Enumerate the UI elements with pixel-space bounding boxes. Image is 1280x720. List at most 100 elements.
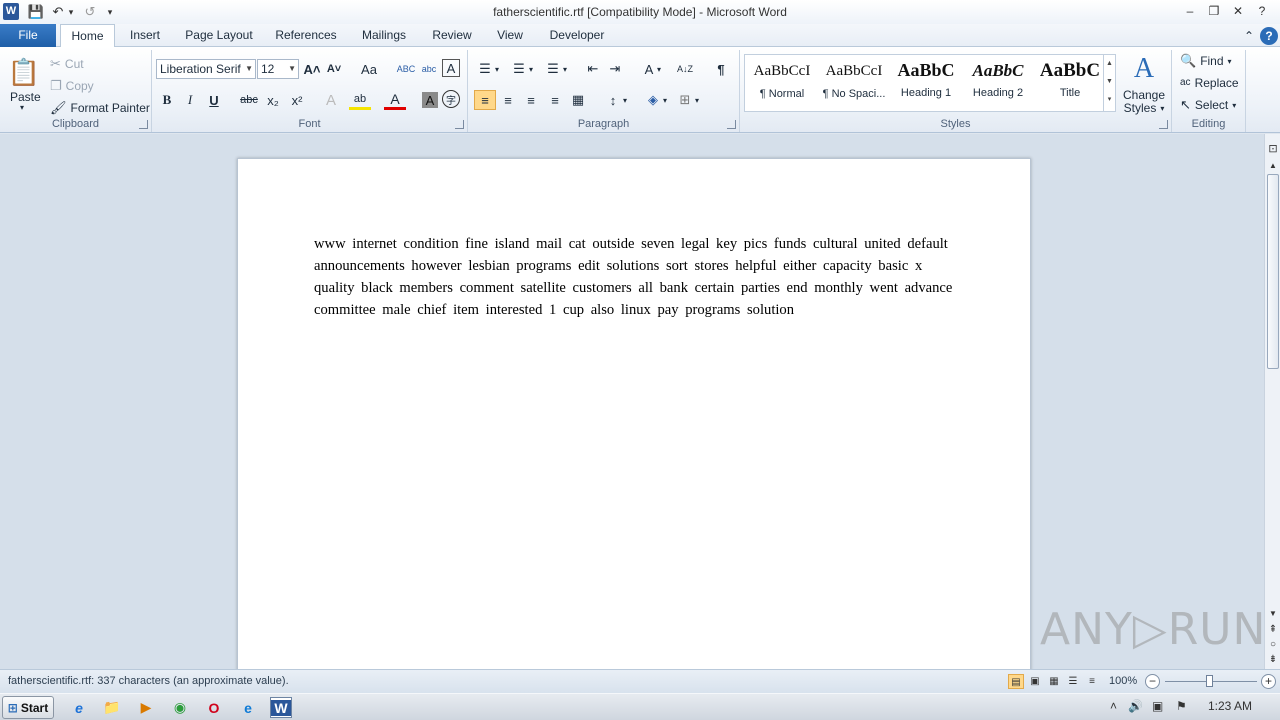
- media-player-icon[interactable]: ▶: [135, 697, 157, 718]
- tab-mailings[interactable]: Mailings: [354, 24, 414, 47]
- scroll-thumb[interactable]: [1267, 174, 1279, 369]
- tab-review[interactable]: Review: [427, 24, 477, 47]
- character-border-icon[interactable]: A: [442, 59, 460, 77]
- justify-icon[interactable]: ≡: [544, 90, 566, 110]
- line-spacing-dropdown-icon[interactable]: ▾: [620, 90, 630, 110]
- collapse-ribbon-icon[interactable]: ⌃: [1240, 27, 1258, 45]
- font-size-dropdown-icon[interactable]: ▼: [288, 60, 296, 78]
- select-browse-object-icon[interactable]: ○: [1266, 637, 1280, 652]
- change-case-icon[interactable]: Aa: [355, 59, 383, 79]
- styles-scroll-up-icon[interactable]: ▲: [1104, 55, 1115, 73]
- decrease-indent-icon[interactable]: ⇤: [582, 59, 604, 79]
- paste-icon[interactable]: 📋: [8, 54, 40, 90]
- word-taskbar-icon[interactable]: W: [270, 697, 292, 718]
- scroll-down-icon[interactable]: ▼: [1266, 606, 1280, 621]
- scroll-up-icon[interactable]: ▲: [1266, 158, 1280, 173]
- tray-expand-icon[interactable]: ˄: [1110, 699, 1117, 713]
- find-button[interactable]: Find: [1200, 54, 1223, 68]
- ie-icon[interactable]: e: [68, 697, 90, 718]
- copy-button[interactable]: Copy: [66, 79, 94, 93]
- window-help-icon[interactable]: ?: [1252, 2, 1272, 20]
- italic-icon[interactable]: I: [179, 90, 201, 110]
- sort-icon[interactable]: A↓Z: [674, 59, 696, 79]
- enclose-characters-icon[interactable]: 字: [442, 90, 460, 108]
- bold-icon[interactable]: B: [156, 90, 178, 110]
- shading-dropdown-icon[interactable]: ▾: [660, 90, 670, 110]
- minimize-button[interactable]: –: [1180, 2, 1200, 20]
- shrink-font-icon[interactable]: A˅: [323, 59, 345, 79]
- close-button[interactable]: ✕: [1228, 2, 1248, 20]
- outline-view-icon[interactable]: ☰: [1065, 674, 1081, 689]
- style-no-spacing[interactable]: AaBbCcI ¶ No Spaci...: [819, 57, 889, 109]
- action-center-flag-icon[interactable]: ⚑: [1176, 699, 1187, 713]
- spell-icon[interactable]: ABC: [395, 59, 417, 79]
- superscript-icon[interactable]: x²: [286, 90, 308, 110]
- tab-file[interactable]: File: [0, 24, 56, 47]
- borders-dropdown-icon[interactable]: ▾: [692, 90, 702, 110]
- subscript-icon[interactable]: x₂: [262, 90, 284, 110]
- style-heading-2[interactable]: AaBbC Heading 2: [963, 57, 1033, 109]
- vertical-scrollbar[interactable]: ⊡ ▲ ▼ ⇞ ○ ⇟: [1264, 134, 1280, 669]
- tab-view[interactable]: View: [490, 24, 530, 47]
- opera-icon[interactable]: O: [203, 697, 225, 718]
- text-effects-icon[interactable]: A: [320, 90, 342, 110]
- paste-dropdown-icon[interactable]: ▾: [20, 103, 24, 112]
- align-right-icon[interactable]: ≡: [520, 90, 542, 110]
- show-formatting-marks-icon[interactable]: ¶: [710, 59, 732, 79]
- distributed-icon[interactable]: ▦: [567, 90, 589, 110]
- style-normal[interactable]: AaBbCcI ¶ Normal: [747, 57, 817, 109]
- grow-font-icon[interactable]: A˄: [301, 59, 323, 79]
- style-heading-1[interactable]: AaBbC Heading 1: [891, 57, 961, 109]
- font-name-combo[interactable]: Liberation Serif ▼: [156, 59, 256, 79]
- select-button[interactable]: Select: [1195, 98, 1228, 112]
- paragraph-launcher-icon[interactable]: [727, 120, 736, 129]
- format-painter-button[interactable]: Format Painter: [71, 101, 150, 115]
- explorer-icon[interactable]: 📁: [101, 697, 123, 718]
- network-icon[interactable]: ▣: [1152, 699, 1163, 713]
- zoom-level[interactable]: 100%: [1109, 675, 1137, 687]
- replace-button[interactable]: Replace: [1195, 76, 1239, 90]
- full-screen-reading-icon[interactable]: ▣: [1027, 674, 1043, 689]
- phonetic-guide-icon[interactable]: abc: [418, 59, 440, 79]
- help-icon[interactable]: ?: [1260, 27, 1278, 45]
- edge-icon[interactable]: e: [237, 697, 259, 718]
- font-launcher-icon[interactable]: [455, 120, 464, 129]
- find-dropdown-icon[interactable]: ▾: [1228, 57, 1232, 66]
- align-center-icon[interactable]: ≡: [497, 90, 519, 110]
- zoom-in-icon[interactable]: +: [1261, 674, 1276, 689]
- previous-page-icon[interactable]: ⇞: [1266, 622, 1280, 637]
- select-dropdown-icon[interactable]: ▾: [1232, 101, 1236, 110]
- paste-button[interactable]: Paste: [10, 90, 41, 104]
- change-styles-icon[interactable]: A: [1126, 53, 1162, 84]
- multilevel-dropdown-icon[interactable]: ▾: [560, 59, 570, 79]
- web-layout-icon[interactable]: ▦: [1046, 674, 1062, 689]
- font-color-icon[interactable]: A: [384, 90, 406, 110]
- increase-indent-icon[interactable]: ⇥: [604, 59, 626, 79]
- styles-launcher-icon[interactable]: [1159, 120, 1168, 129]
- chinese-layout-dropdown-icon[interactable]: ▾: [654, 59, 664, 79]
- numbering-dropdown-icon[interactable]: ▾: [526, 59, 536, 79]
- next-page-icon[interactable]: ⇟: [1266, 652, 1280, 667]
- view-ruler-icon[interactable]: ⊡: [1266, 142, 1280, 157]
- styles-more-icon[interactable]: ▾: [1104, 91, 1115, 109]
- tab-home[interactable]: Home: [60, 24, 115, 48]
- tab-insert[interactable]: Insert: [121, 24, 169, 47]
- style-title[interactable]: AaBbC Title: [1035, 57, 1105, 109]
- clipboard-launcher-icon[interactable]: [139, 120, 148, 129]
- zoom-slider-thumb[interactable]: [1206, 675, 1213, 687]
- tab-developer[interactable]: Developer: [543, 24, 611, 47]
- clock[interactable]: 1:23 AM: [1208, 699, 1252, 713]
- document-body-text[interactable]: www internet condition fine island mail …: [314, 233, 959, 321]
- character-shading-icon[interactable]: A: [422, 92, 438, 108]
- bullets-dropdown-icon[interactable]: ▾: [492, 59, 502, 79]
- volume-icon[interactable]: 🔊: [1128, 699, 1143, 713]
- restore-button[interactable]: ❐: [1204, 2, 1224, 20]
- tab-references[interactable]: References: [270, 24, 342, 47]
- align-left-icon[interactable]: ≡: [474, 90, 496, 110]
- styles-scroll-down-icon[interactable]: ▼: [1104, 73, 1115, 91]
- chrome-icon[interactable]: ◉: [169, 697, 191, 718]
- change-styles-button[interactable]: Change: [1123, 88, 1165, 102]
- document-page[interactable]: www internet condition fine island mail …: [237, 158, 1031, 669]
- font-size-combo[interactable]: 12 ▼: [257, 59, 299, 79]
- change-styles-dropdown-icon[interactable]: ▾: [1160, 104, 1164, 113]
